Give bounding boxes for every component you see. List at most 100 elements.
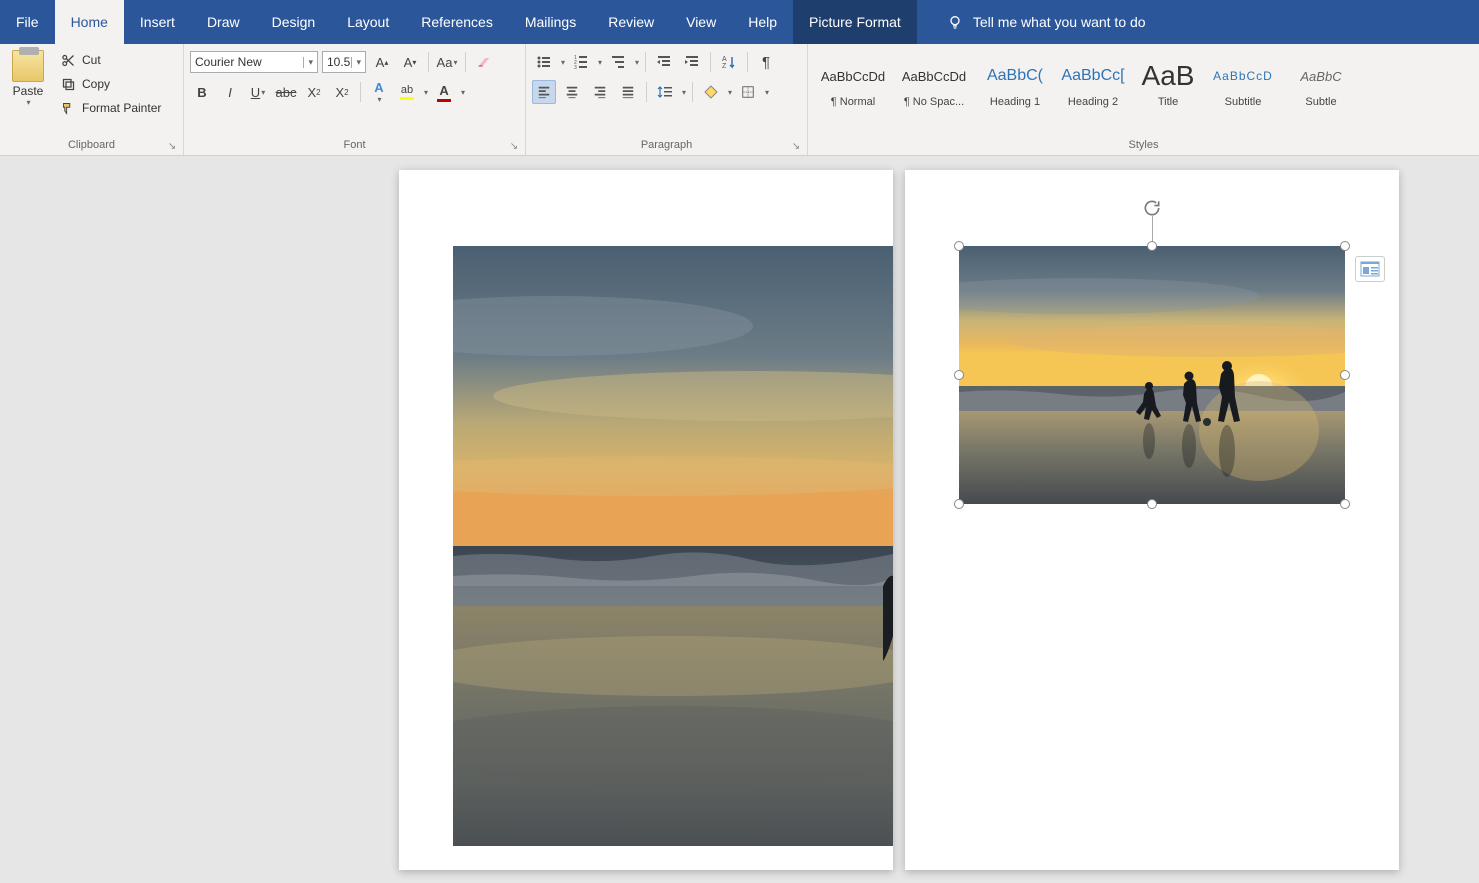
chevron-down-icon: ▾ <box>303 57 313 68</box>
copy-button[interactable]: Copy <box>56 74 165 94</box>
numbering-button[interactable]: 123 <box>569 50 593 74</box>
paragraph-dialog-launcher[interactable]: ↘ <box>789 139 803 153</box>
resize-handle-ne[interactable] <box>1340 241 1350 251</box>
group-clipboard: Paste ▾ Cut Copy <box>0 44 184 155</box>
inserted-picture-large[interactable] <box>453 246 893 846</box>
chevron-down-icon[interactable]: ▾ <box>682 88 686 97</box>
tab-help[interactable]: Help <box>732 0 793 44</box>
underline-button[interactable]: U▾ <box>246 80 270 104</box>
resize-handle-e[interactable] <box>1340 370 1350 380</box>
style-subtle[interactable]: AaBbCSubtle <box>1282 46 1360 118</box>
tab-view[interactable]: View <box>670 0 732 44</box>
style-preview: AaBbC( <box>987 56 1043 96</box>
tab-insert[interactable]: Insert <box>124 0 191 44</box>
font-size-combo[interactable]: 10.5 ▾ <box>322 51 366 73</box>
chevron-down-icon[interactable]: ▾ <box>728 88 732 97</box>
group-paragraph: ▾ 123 ▾ ▾ AZ <box>526 44 808 155</box>
style-name-label: Title <box>1158 96 1178 108</box>
text-effects-button[interactable]: A▾ <box>367 80 391 104</box>
resize-handle-se[interactable] <box>1340 499 1350 509</box>
group-styles: AaBbCcDd¶ NormalAaBbCcDd¶ No Spac...AaBb… <box>808 44 1479 155</box>
show-hide-marks-button[interactable]: ¶ <box>754 50 778 74</box>
multilevel-list-button[interactable] <box>606 50 630 74</box>
sort-button[interactable]: AZ <box>717 50 741 74</box>
separator <box>747 52 748 72</box>
line-spacing-button[interactable] <box>653 80 677 104</box>
chevron-down-icon: ▾ <box>351 57 361 68</box>
superscript-button[interactable]: X2 <box>330 80 354 104</box>
inserted-picture-selected[interactable] <box>959 246 1345 504</box>
style-title[interactable]: AaBTitle <box>1132 46 1204 118</box>
tab-layout[interactable]: Layout <box>331 0 405 44</box>
separator <box>428 52 429 72</box>
tab-review[interactable]: Review <box>592 0 670 44</box>
font-dialog-launcher[interactable]: ↘ <box>507 139 521 153</box>
cut-label: Cut <box>82 53 101 67</box>
italic-button[interactable]: I <box>218 80 242 104</box>
group-font: Courier New ▾ 10.5 ▾ A▴ A▾ Aa▾ <box>184 44 526 155</box>
align-left-button[interactable] <box>532 80 556 104</box>
paste-button[interactable]: Paste ▾ <box>6 46 50 111</box>
style-name-label: ¶ Normal <box>831 96 875 108</box>
chevron-down-icon[interactable]: ▾ <box>461 88 465 97</box>
resize-handle-sw[interactable] <box>954 499 964 509</box>
format-painter-button[interactable]: Format Painter <box>56 98 165 118</box>
change-case-button[interactable]: Aa▾ <box>435 50 459 74</box>
style--normal[interactable]: AaBbCcDd¶ Normal <box>814 46 892 118</box>
rotation-handle[interactable] <box>1142 198 1162 218</box>
chevron-down-icon[interactable]: ▾ <box>598 58 602 67</box>
tab-design[interactable]: Design <box>256 0 332 44</box>
resize-handle-w[interactable] <box>954 370 964 380</box>
tell-me-search[interactable]: Tell me what you want to do <box>931 0 1162 44</box>
paste-label: Paste <box>13 84 44 98</box>
tab-home[interactable]: Home <box>55 0 124 44</box>
tab-file[interactable]: File <box>0 0 55 44</box>
font-color-button[interactable]: A <box>432 80 456 104</box>
strikethrough-button[interactable]: abc <box>274 80 298 104</box>
style-heading-1[interactable]: AaBbC(Heading 1 <box>976 46 1054 118</box>
clear-formatting-button[interactable] <box>472 50 496 74</box>
style--no-spac-[interactable]: AaBbCcDd¶ No Spac... <box>892 46 976 118</box>
style-preview: AaBbCc[ <box>1061 56 1124 96</box>
page-2[interactable] <box>905 170 1399 870</box>
separator <box>645 52 646 72</box>
align-center-button[interactable] <box>560 80 584 104</box>
subscript-button[interactable]: X2 <box>302 80 326 104</box>
chevron-down-icon[interactable]: ▾ <box>635 58 639 67</box>
page-1[interactable] <box>399 170 893 870</box>
chevron-down-icon[interactable]: ▾ <box>424 88 428 97</box>
shading-button[interactable] <box>699 80 723 104</box>
copy-icon <box>60 76 76 92</box>
document-area[interactable] <box>0 156 1479 883</box>
font-name-combo[interactable]: Courier New ▾ <box>190 51 318 73</box>
resize-handle-nw[interactable] <box>954 241 964 251</box>
bold-button[interactable]: B <box>190 80 214 104</box>
shrink-font-button[interactable]: A▾ <box>398 50 422 74</box>
resize-handle-s[interactable] <box>1147 499 1157 509</box>
chevron-down-icon[interactable]: ▾ <box>765 88 769 97</box>
style-subtitle[interactable]: AaBbCcDSubtitle <box>1204 46 1282 118</box>
style-name-label: Heading 2 <box>1068 96 1118 108</box>
increase-indent-button[interactable] <box>680 50 704 74</box>
chevron-down-icon[interactable]: ▾ <box>561 58 565 67</box>
resize-handle-n[interactable] <box>1147 241 1157 251</box>
group-label-font: Font <box>190 135 519 155</box>
chevron-down-icon: ▾ <box>26 98 30 107</box>
justify-button[interactable] <box>616 80 640 104</box>
align-right-button[interactable] <box>588 80 612 104</box>
layout-options-button[interactable] <box>1355 256 1385 282</box>
bullets-button[interactable] <box>532 50 556 74</box>
tab-picture-format[interactable]: Picture Format <box>793 0 917 44</box>
font-name-value: Courier New <box>195 55 262 69</box>
highlight-button[interactable]: ab <box>395 80 419 104</box>
group-label-paragraph: Paragraph <box>532 135 801 155</box>
tab-references[interactable]: References <box>405 0 509 44</box>
clipboard-dialog-launcher[interactable]: ↘ <box>165 139 179 153</box>
style-heading-2[interactable]: AaBbCc[Heading 2 <box>1054 46 1132 118</box>
tab-draw[interactable]: Draw <box>191 0 256 44</box>
cut-button[interactable]: Cut <box>56 50 165 70</box>
grow-font-button[interactable]: A▴ <box>370 50 394 74</box>
borders-button[interactable] <box>736 80 760 104</box>
decrease-indent-button[interactable] <box>652 50 676 74</box>
tab-mailings[interactable]: Mailings <box>509 0 592 44</box>
